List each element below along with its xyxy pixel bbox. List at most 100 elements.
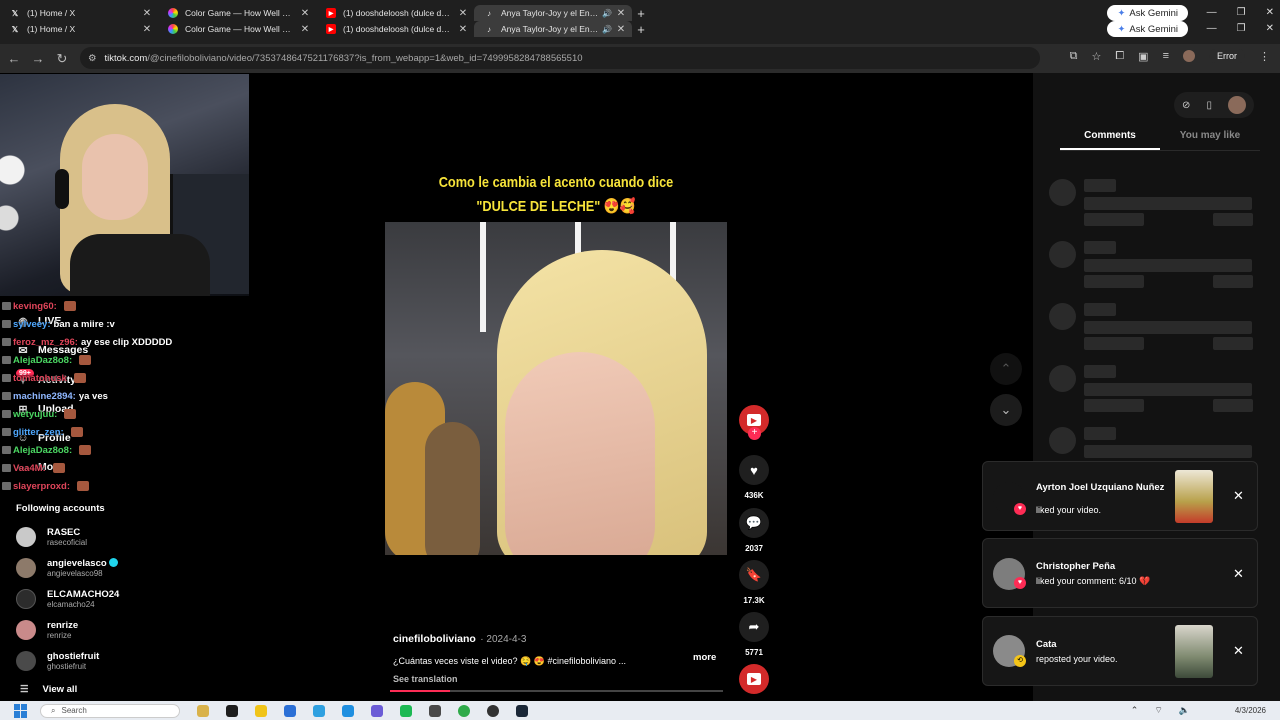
- following-account[interactable]: renrize renrize: [16, 618, 78, 642]
- following-account[interactable]: ghostiefruit ghostiefruit: [16, 649, 99, 673]
- error-button[interactable]: Error: [1209, 49, 1245, 63]
- tab-x-home[interactable]: 𝕏 (1) Home / X ✕: [0, 5, 158, 21]
- comment-button[interactable]: 💬 2037: [738, 508, 770, 553]
- sound-disc-button[interactable]: ▶: [738, 664, 770, 694]
- back-arrow-icon[interactable]: ←: [2, 51, 26, 66]
- speaker-icon[interactable]: 🔊: [602, 25, 612, 34]
- video-progress-bar[interactable]: [390, 690, 723, 692]
- chat-username: glitter_zen:: [13, 427, 64, 438]
- taskbar-app-icon[interactable]: [197, 704, 209, 717]
- headset: [55, 169, 69, 209]
- wifi-icon[interactable]: ⌔: [1154, 705, 1162, 716]
- avatar: [16, 527, 36, 547]
- folder-icon[interactable]: [255, 704, 267, 717]
- clock-date[interactable]: 4/3/2026: [1235, 706, 1266, 715]
- install-app-icon[interactable]: ⧉: [1070, 50, 1078, 63]
- reload-icon[interactable]: ↻: [50, 51, 74, 67]
- store-icon[interactable]: [284, 704, 296, 717]
- tab-tiktok[interactable]: ♪ Anya Taylor-Joy y el Encanto 🔊 ✕: [474, 21, 632, 37]
- tab-tiktok[interactable]: ♪ Anya Taylor-Joy y el Encanto 🔊 ✕: [474, 5, 632, 21]
- close-tab-icon[interactable]: ✕: [616, 8, 626, 19]
- close-window-icon[interactable]: ✕: [1266, 7, 1274, 18]
- see-translation-link[interactable]: See translation: [393, 674, 723, 684]
- following-account[interactable]: angievelasco angievelasco98: [16, 556, 118, 580]
- author-avatar-button[interactable]: ▶ +: [738, 405, 770, 440]
- tab-comments[interactable]: Comments: [1060, 130, 1160, 150]
- tab-youtube[interactable]: ▶ (1) dooshdeloosh (dulce de leche ✕: [316, 21, 474, 37]
- close-tab-icon[interactable]: ✕: [616, 24, 626, 35]
- volume-icon[interactable]: 🔈: [1179, 705, 1190, 716]
- tab-x-home[interactable]: 𝕏 (1) Home / X ✕: [0, 21, 158, 37]
- previous-video-button[interactable]: ⌃: [990, 353, 1022, 385]
- new-tab-button[interactable]: +: [632, 6, 650, 21]
- share-button[interactable]: ➦ 5771: [738, 612, 770, 657]
- close-tab-icon[interactable]: ✕: [142, 24, 152, 35]
- taskbar-search[interactable]: ⌕ Search: [40, 703, 180, 718]
- comment-skeleton: [1049, 363, 1259, 412]
- extensions-puzzle-icon[interactable]: ⧠: [1115, 50, 1124, 63]
- profile-avatar[interactable]: [1183, 50, 1195, 62]
- following-account[interactable]: ELCAMACHO24 elcamacho24: [16, 587, 119, 611]
- following-account[interactable]: RASEC rasecoficial: [16, 525, 87, 549]
- follow-plus-icon[interactable]: +: [748, 427, 761, 440]
- tab-you-may-like[interactable]: You may like: [1160, 130, 1260, 150]
- device-icon[interactable]: ▯: [1206, 100, 1212, 111]
- comment-skeleton: [1049, 425, 1259, 465]
- restore-icon[interactable]: ❐: [1237, 23, 1246, 34]
- notification-toast[interactable]: ♥ Ayrton Joel Uzquiano Nuñez liked your …: [982, 461, 1258, 531]
- video-thumbnail[interactable]: [1175, 470, 1213, 523]
- mail-icon[interactable]: [313, 704, 325, 717]
- split-view-icon[interactable]: ▣: [1138, 50, 1148, 63]
- close-icon[interactable]: ✕: [1233, 566, 1244, 582]
- save-button[interactable]: 🔖 17.3K: [738, 560, 770, 605]
- menu-kebab-icon[interactable]: ⋮: [1259, 50, 1270, 63]
- tab-color-game[interactable]: Color Game — How Well Can Y ✕: [158, 21, 316, 37]
- ask-gemini-button[interactable]: ✦ Ask Gemini: [1107, 21, 1188, 37]
- close-tab-icon[interactable]: ✕: [458, 24, 468, 35]
- subject-face: [505, 352, 655, 555]
- close-icon[interactable]: ✕: [1233, 488, 1244, 504]
- new-tab-button[interactable]: +: [632, 22, 650, 37]
- minimize-icon[interactable]: —: [1207, 23, 1217, 34]
- close-icon[interactable]: ✕: [1233, 643, 1244, 659]
- author-name-link[interactable]: cinefiloboliviano: [393, 633, 476, 645]
- next-video-button[interactable]: ⌄: [990, 394, 1022, 426]
- edge-icon[interactable]: [342, 704, 354, 717]
- browser-tab-bar: 𝕏 (1) Home / X ✕ Color Game — How Well C…: [0, 0, 1280, 44]
- chevron-up-icon[interactable]: ⌃: [1131, 705, 1139, 716]
- video-player[interactable]: [385, 222, 727, 555]
- bookmark-star-icon[interactable]: ☆: [1091, 50, 1101, 63]
- close-tab-icon[interactable]: ✕: [300, 8, 310, 19]
- view-all-link[interactable]: ☰ View all: [20, 684, 77, 695]
- avatar[interactable]: [1227, 96, 1246, 114]
- speaker-icon[interactable]: 🔊: [602, 9, 612, 18]
- close-tab-icon[interactable]: ✕: [142, 8, 152, 19]
- minimize-icon[interactable]: —: [1207, 7, 1217, 18]
- close-window-icon[interactable]: ✕: [1266, 23, 1274, 34]
- close-tab-icon[interactable]: ✕: [458, 8, 468, 19]
- like-button[interactable]: ♥ 436K: [738, 455, 770, 500]
- spotify-icon[interactable]: [400, 704, 412, 717]
- chat-badge-icon: [2, 410, 11, 419]
- site-info-icon[interactable]: ⚙: [88, 53, 97, 64]
- notification-toast[interactable]: ⟲ Cata reposted your video. ✕: [982, 616, 1258, 686]
- compass-icon[interactable]: ⊘: [1182, 100, 1190, 111]
- taskbar-app-icon[interactable]: [226, 704, 238, 717]
- steam-icon[interactable]: [516, 704, 528, 717]
- obs-icon[interactable]: [487, 704, 499, 717]
- ask-gemini-button[interactable]: ✦ Ask Gemini: [1107, 5, 1188, 21]
- url-bar[interactable]: ⚙ tiktok.com/@cinefiloboliviano/video/73…: [80, 47, 1040, 69]
- tab-color-game[interactable]: Color Game — How Well Can Y ✕: [158, 5, 316, 21]
- close-tab-icon[interactable]: ✕: [300, 24, 310, 35]
- media-control-icon[interactable]: ≡: [1163, 50, 1169, 62]
- restore-icon[interactable]: ❐: [1237, 7, 1246, 18]
- taskbar-app-icon[interactable]: [429, 704, 441, 717]
- discord-icon[interactable]: [371, 704, 383, 717]
- forward-arrow-icon[interactable]: →: [26, 51, 50, 66]
- more-button[interactable]: more: [693, 652, 716, 663]
- chrome-icon[interactable]: [458, 704, 470, 717]
- tab-youtube[interactable]: ▶ (1) dooshdeloosh (dulce de leche ✕: [316, 5, 474, 21]
- notification-toast[interactable]: ♥ Christopher Peña liked your comment: 6…: [982, 538, 1258, 608]
- video-thumbnail[interactable]: [1175, 625, 1213, 678]
- windows-start-icon[interactable]: [14, 703, 28, 718]
